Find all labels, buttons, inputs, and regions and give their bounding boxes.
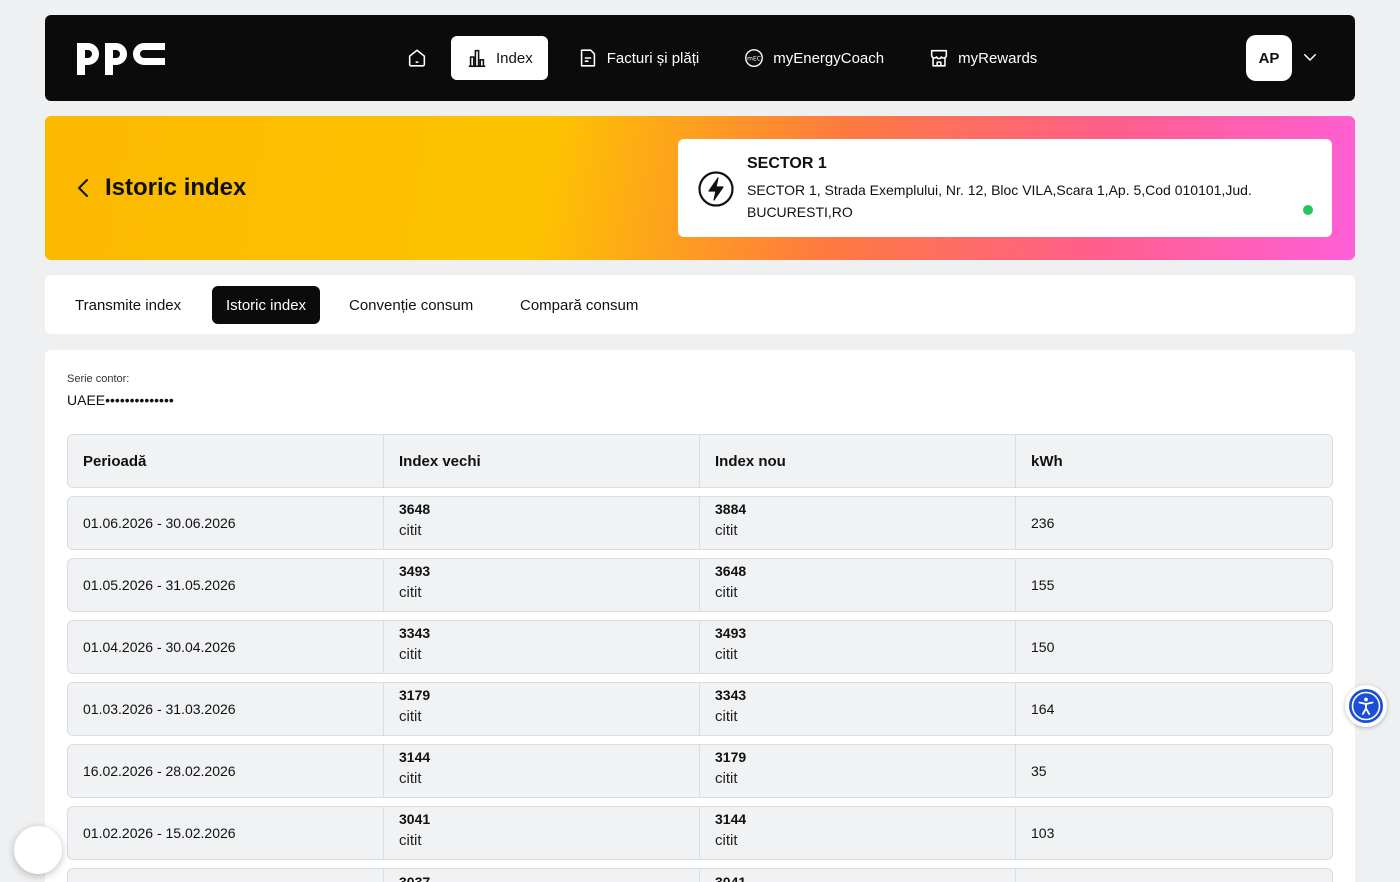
old-index-cell: 3037 (384, 869, 700, 882)
kwh-cell: 155 (1031, 577, 1055, 593)
column-header-new-index: Index nou (700, 435, 1016, 487)
new-index-cell: 3493 citit (700, 621, 1016, 673)
mec-icon: mEC (745, 49, 764, 67)
column-header-period: Perioadă (68, 435, 384, 487)
top-navbar: Index Facturi și plăți mEC myEnergyCoach… (45, 15, 1355, 101)
column-header-kwh: kWh (1031, 452, 1063, 470)
accessibility-icon (1349, 689, 1383, 723)
page-title: Istoric index (105, 174, 247, 201)
table-row: 01.04.2026 - 30.04.2026 3343 citit 3493 ci… (67, 620, 1333, 674)
tab-istoric-index[interactable]: Istoric index (212, 286, 321, 324)
old-index-cell: 3179 citit (384, 683, 700, 735)
table-row: 3037 3041 (67, 868, 1333, 882)
invoice-icon (580, 49, 595, 67)
period-cell: 01.03.2026 - 31.03.2026 (68, 683, 384, 735)
chevron-down-icon[interactable] (1301, 48, 1319, 66)
chat-widget-button[interactable] (14, 826, 62, 874)
accessibility-button[interactable] (1345, 685, 1387, 727)
kwh-cell: 103 (1031, 825, 1055, 841)
period-cell: 01.05.2026 - 31.05.2026 (68, 559, 384, 611)
column-header-old-index: Index vechi (384, 435, 700, 487)
chevron-left-icon[interactable] (73, 176, 93, 200)
period-cell: 01.04.2026 - 30.04.2026 (68, 621, 384, 673)
table-row: 01.05.2026 - 31.05.2026 3493 citit 3648 ci… (67, 558, 1333, 612)
kwh-cell: 35 (1031, 763, 1047, 779)
new-index-cell: 3648 citit (700, 559, 1016, 611)
table-row: 01.02.2026 - 15.02.2026 3041 citit 3144 ci… (67, 806, 1333, 860)
table-header: Perioadă Index vechi Index nou kWh (67, 434, 1333, 488)
tab-transmite-index[interactable]: Transmite index (61, 286, 195, 324)
period-cell: 01.02.2026 - 15.02.2026 (68, 807, 384, 859)
old-index-cell: 3343 citit (384, 621, 700, 673)
svg-text:mEC: mEC (747, 55, 761, 62)
status-dot (1303, 205, 1313, 215)
old-index-cell: 3493 citit (384, 559, 700, 611)
home-icon (408, 49, 426, 67)
period-cell (68, 869, 384, 882)
nav-item-label: Index (496, 49, 533, 67)
location-name: SECTOR 1 (747, 155, 827, 172)
old-index-cell: 3648 citit (384, 497, 700, 549)
lightning-icon (698, 171, 734, 207)
new-index-cell: 3884 citit (700, 497, 1016, 549)
tab-bar: Transmite index Istoric index Convenție … (45, 275, 1355, 334)
nav-item-label: Facturi și plăți (606, 49, 700, 67)
nav-item-label: myEnergyCoach (773, 49, 885, 67)
tab-conventie-consum[interactable]: Convenție consum (335, 286, 487, 324)
old-index-cell: 3144 citit (384, 745, 700, 797)
new-index-cell: 3343 citit (700, 683, 1016, 735)
meter-series-label: Serie contor: (67, 373, 130, 385)
kwh-cell (1016, 869, 1332, 882)
content-panel: Serie contor: UAEE•••••••••••••• Perioad… (45, 350, 1355, 882)
location-card[interactable]: SECTOR 1 SECTOR 1, Strada Exemplului, Nr… (678, 139, 1332, 237)
page-banner: Istoric index SECTOR 1 SECTOR 1, Strada … (45, 116, 1355, 260)
nav-item-index[interactable]: Index (451, 36, 548, 80)
nav-menu: Index Facturi și plăți mEC myEnergyCoach… (397, 36, 1066, 80)
tab-compara-consum[interactable]: Compară consum (506, 286, 652, 324)
table-row: 01.06.2026 - 30.06.2026 3648 citit 3884 ci… (67, 496, 1333, 550)
nav-item-facturi[interactable]: Facturi și plăți (562, 36, 715, 80)
kwh-cell: 164 (1031, 701, 1055, 717)
nav-item-myrewards[interactable]: myRewards (913, 36, 1052, 80)
period-cell: 01.06.2026 - 30.06.2026 (68, 497, 384, 549)
nav-item-label: myRewards (958, 49, 1038, 67)
kwh-cell: 150 (1031, 639, 1055, 655)
chart-bars-icon (468, 49, 486, 68)
location-address: SECTOR 1, Strada Exemplului, Nr. 12, Blo… (747, 182, 1252, 220)
new-index-cell: 3179 citit (700, 745, 1016, 797)
user-avatar[interactable]: AP (1246, 35, 1292, 81)
kwh-cell: 236 (1031, 515, 1055, 531)
table-row: 16.02.2026 - 28.02.2026 3144 citit 3179 ci… (67, 744, 1333, 798)
meter-series-value: UAEE•••••••••••••• (67, 392, 174, 408)
nav-item-myenergycoach[interactable]: mEC myEnergyCoach (728, 36, 899, 80)
nav-home[interactable] (397, 36, 437, 80)
ppc-logo[interactable] (75, 37, 167, 77)
old-index-cell: 3041 citit (384, 807, 700, 859)
store-icon (931, 49, 948, 67)
table-row: 01.03.2026 - 31.03.2026 3179 citit 3343 ci… (67, 682, 1333, 736)
new-index-cell: 3041 (700, 869, 1016, 882)
new-index-cell: 3144 citit (700, 807, 1016, 859)
period-cell: 16.02.2026 - 28.02.2026 (68, 745, 384, 797)
